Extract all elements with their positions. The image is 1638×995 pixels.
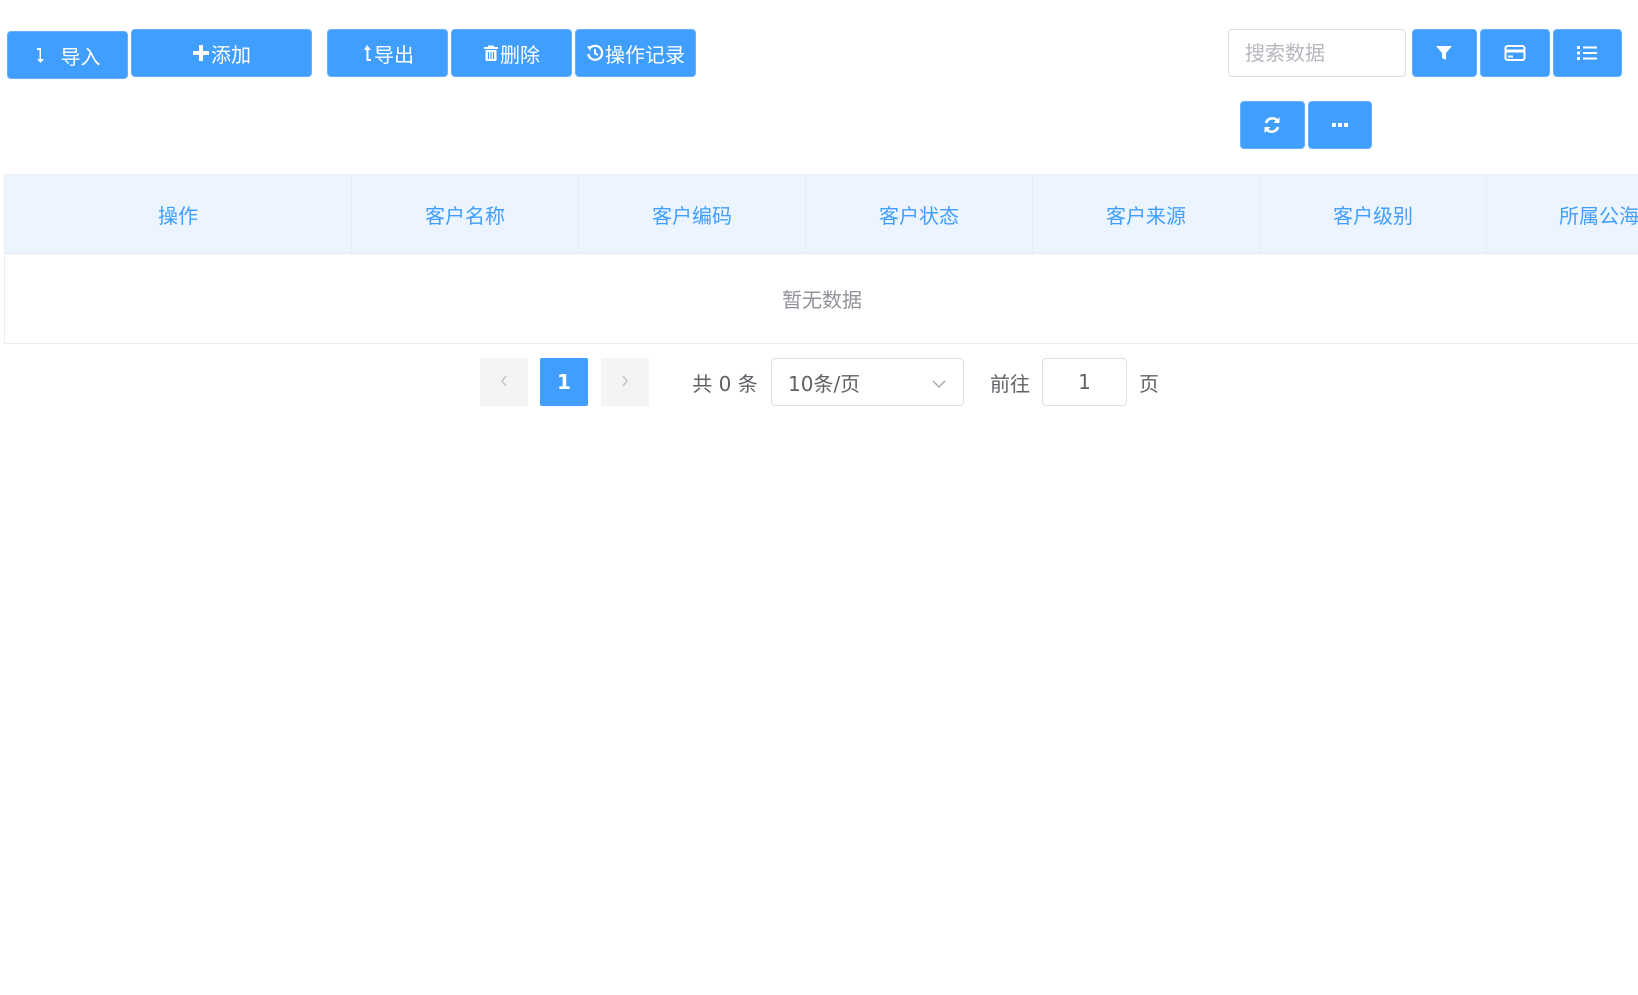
plus-icon: [192, 44, 210, 62]
card-view-button[interactable]: [1480, 29, 1550, 77]
delete-label: 删除: [500, 42, 540, 67]
page-number-current[interactable]: 1: [540, 358, 588, 406]
delete-button[interactable]: 删除: [451, 29, 572, 77]
total-count: 共 0 条: [692, 371, 758, 396]
add-button[interactable]: 添加: [131, 29, 312, 77]
column-header-customer-status: 客户状态: [806, 175, 1033, 253]
add-label: 添加: [211, 42, 251, 67]
operation-log-button[interactable]: 操作记录: [575, 29, 696, 77]
chevron-left-icon: [499, 370, 509, 394]
search-input[interactable]: [1228, 29, 1406, 77]
operation-log-label: 操作记录: [605, 42, 685, 67]
filter-icon: [1435, 44, 1453, 62]
list-icon: [1576, 44, 1598, 62]
column-header-customer-level: 客户级别: [1260, 175, 1487, 253]
column-header-customer-code: 客户编码: [579, 175, 806, 253]
arrow-down-icon: [35, 46, 47, 64]
more-icon: [1331, 122, 1349, 128]
next-page-button[interactable]: [601, 358, 649, 406]
export-button[interactable]: 导出: [327, 29, 448, 77]
table-header: 操作 客户名称 客户编码 客户状态 客户来源 客户级别 所属公海: [5, 175, 1638, 254]
empty-placeholder: 暂无数据: [782, 288, 862, 312]
column-header-customer-source: 客户来源: [1033, 175, 1260, 253]
chevron-down-icon: [931, 370, 947, 394]
page-size-value: 10条/页: [788, 371, 861, 396]
chevron-right-icon: [620, 370, 630, 394]
import-label: 导入: [60, 44, 101, 69]
column-header-operation: 操作: [5, 175, 352, 253]
goto-label: 前往: [990, 371, 1030, 396]
goto-page-input[interactable]: 1: [1042, 358, 1127, 406]
trash-icon: [483, 44, 499, 62]
column-header-public-pool: 所属公海: [1559, 203, 1638, 228]
arrow-up-icon: [361, 44, 373, 62]
page-suffix: 页: [1139, 371, 1159, 396]
refresh-button[interactable]: [1240, 101, 1305, 149]
column-list-button[interactable]: [1553, 29, 1622, 77]
history-icon: [586, 44, 604, 62]
import-button[interactable]: 导入: [7, 31, 128, 79]
refresh-icon: [1262, 115, 1282, 135]
filter-button[interactable]: [1412, 29, 1477, 77]
page-size-select[interactable]: 10条/页: [771, 358, 964, 406]
column-header-customer-name: 客户名称: [352, 175, 579, 253]
card-icon: [1504, 44, 1526, 62]
prev-page-button[interactable]: [480, 358, 528, 406]
more-button[interactable]: [1308, 101, 1372, 149]
data-table: 操作 客户名称 客户编码 客户状态 客户来源 客户级别 所属公海 暂无数据: [4, 174, 1638, 344]
export-label: 导出: [374, 42, 414, 67]
